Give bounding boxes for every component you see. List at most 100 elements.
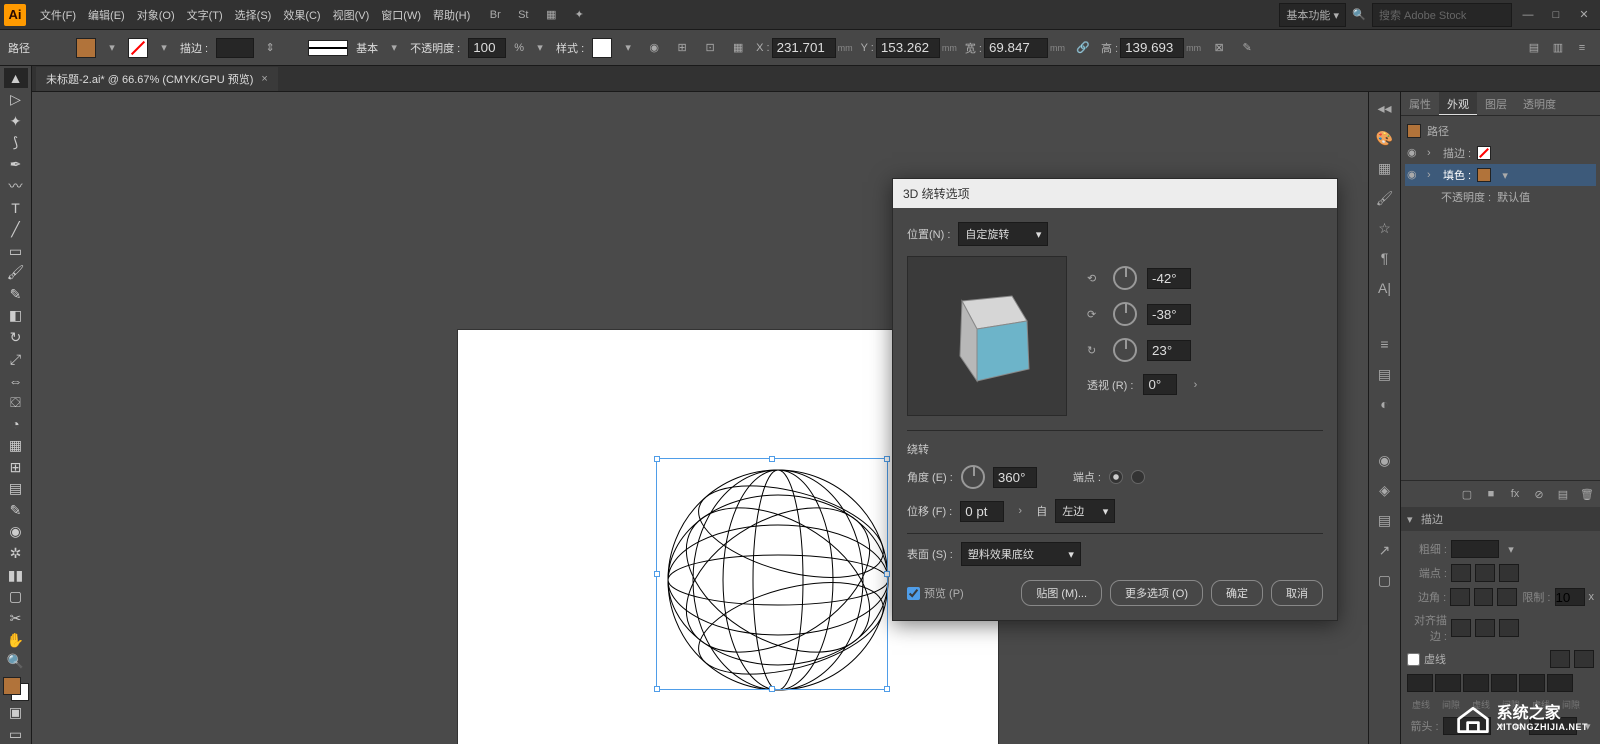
layers-panel-icon[interactable]: ▤: [1373, 508, 1397, 532]
screen-mode-icon[interactable]: ▭: [4, 724, 28, 744]
cap-butt-icon[interactable]: [1451, 564, 1471, 582]
color-swatches[interactable]: [3, 677, 29, 700]
link-wh-icon[interactable]: 🔗: [1073, 38, 1093, 58]
dock-collapse-icon[interactable]: ◂◂: [1373, 96, 1397, 120]
dash-align-1-icon[interactable]: [1550, 650, 1570, 668]
opacity-dropdown-icon[interactable]: ▾: [532, 40, 548, 56]
stroke-weight-stepper-icon[interactable]: ⇕: [262, 40, 278, 56]
y-input[interactable]: [876, 38, 940, 58]
color-mode-icon[interactable]: ▣: [4, 703, 28, 723]
align-inside-icon[interactable]: [1475, 619, 1495, 637]
style-swatch[interactable]: [592, 38, 612, 58]
type-tool[interactable]: T: [4, 198, 28, 218]
blend-tool[interactable]: ◉: [4, 522, 28, 542]
slice-tool[interactable]: ✂: [4, 609, 28, 629]
search-input[interactable]: 搜索 Adobe Stock: [1372, 3, 1512, 27]
menu-select[interactable]: 选择(S): [229, 7, 278, 23]
workspace-switcher[interactable]: 基本功能 ▾: [1279, 3, 1346, 27]
direct-selection-tool[interactable]: ▷: [4, 90, 28, 110]
shaper-tool[interactable]: ✎: [4, 284, 28, 304]
w-input[interactable]: [984, 38, 1048, 58]
tab-transparency[interactable]: 透明度: [1515, 92, 1564, 115]
brush-display[interactable]: [308, 40, 348, 56]
stock-icon[interactable]: St: [514, 6, 532, 24]
appearance-path-row[interactable]: 路径: [1405, 120, 1596, 142]
close-button[interactable]: ✕: [1572, 5, 1596, 25]
eyedropper-tool[interactable]: ✎: [4, 501, 28, 521]
dashed-checkbox[interactable]: [1407, 653, 1420, 666]
fill-swatch[interactable]: [76, 38, 96, 58]
graphic-styles-icon[interactable]: ◈: [1373, 478, 1397, 502]
search-icon[interactable]: 🔍: [1350, 6, 1368, 24]
menu-object[interactable]: 对象(O): [131, 7, 181, 23]
angle-input[interactable]: [993, 467, 1037, 488]
scale-tool[interactable]: ⤢: [4, 349, 28, 369]
dash-align-2-icon[interactable]: [1574, 650, 1594, 668]
pen-tool[interactable]: ✒: [4, 154, 28, 174]
visibility-icon[interactable]: ◉: [1407, 146, 1421, 160]
selection-tool[interactable]: ▲: [4, 68, 28, 88]
expand-icon[interactable]: ›: [1427, 147, 1437, 159]
lasso-tool[interactable]: ⟆: [4, 133, 28, 153]
document-tab[interactable]: 未标题-2.ai* @ 66.67% (CMYK/GPU 预览) ×: [36, 67, 278, 91]
delete-icon[interactable]: 🗑: [1578, 485, 1596, 503]
align-panel-icon[interactable]: A|: [1373, 276, 1397, 300]
eraser-tool[interactable]: ◧: [4, 306, 28, 326]
perspective-input[interactable]: [1143, 374, 1177, 395]
position-select[interactable]: 自定旋转▾: [958, 222, 1048, 246]
weight-dropdown-icon[interactable]: ▾: [1503, 541, 1519, 557]
visibility-icon[interactable]: ◉: [1407, 168, 1421, 182]
rotate-x-dial[interactable]: [1113, 266, 1137, 290]
limit-input[interactable]: [1555, 588, 1585, 606]
paintbrush-tool[interactable]: 🖌: [4, 263, 28, 283]
panel-menu-icon[interactable]: ≡: [1572, 38, 1592, 58]
collapse-icon[interactable]: ▾: [1407, 513, 1417, 526]
fill-dropdown-icon[interactable]: ▾: [104, 40, 120, 56]
preview-checkbox-input[interactable]: [907, 587, 920, 600]
recolor-icon[interactable]: ◉: [644, 38, 664, 58]
cap-on-radio[interactable]: [1109, 470, 1123, 484]
gpu-icon[interactable]: ✦: [570, 6, 588, 24]
add-fill-icon[interactable]: ■: [1482, 485, 1500, 503]
stroke-panel-icon[interactable]: ≡: [1373, 332, 1397, 356]
gradient-panel-icon[interactable]: ▤: [1373, 362, 1397, 386]
arrange-docs-icon[interactable]: ▦: [542, 6, 560, 24]
tab-layers[interactable]: 图层: [1477, 92, 1515, 115]
tab-properties[interactable]: 属性: [1401, 92, 1439, 115]
appearance-panel-icon[interactable]: ◉: [1373, 448, 1397, 472]
hand-tool[interactable]: ✋: [4, 630, 28, 650]
symbols-panel-icon[interactable]: ☆: [1373, 216, 1397, 240]
stroke-panel-header[interactable]: ▾ 描边: [1401, 507, 1600, 531]
more-options-button[interactable]: 更多选项 (O): [1110, 580, 1203, 606]
rotate-y-input[interactable]: [1147, 304, 1191, 325]
dash-2-input[interactable]: [1463, 674, 1489, 692]
map-art-button[interactable]: 贴图 (M)...: [1021, 580, 1102, 606]
menu-help[interactable]: 帮助(H): [427, 7, 476, 23]
tab-appearance[interactable]: 外观: [1439, 92, 1477, 115]
panel-toggle-1-icon[interactable]: ▤: [1524, 38, 1544, 58]
color-panel-icon[interactable]: 🎨: [1373, 126, 1397, 150]
zoom-tool[interactable]: 🔍: [4, 652, 28, 672]
column-graph-tool[interactable]: ▮▮: [4, 565, 28, 585]
menu-effect[interactable]: 效果(C): [277, 7, 326, 23]
align-outside-icon[interactable]: [1499, 619, 1519, 637]
angle-dial[interactable]: [961, 465, 985, 489]
brushes-panel-icon[interactable]: 🖌: [1373, 186, 1397, 210]
tab-close-icon[interactable]: ×: [261, 73, 267, 85]
fill-dropdown-icon[interactable]: ▾: [1497, 167, 1513, 183]
panel-toggle-2-icon[interactable]: ▥: [1548, 38, 1568, 58]
corner-round-icon[interactable]: [1474, 588, 1494, 606]
perspective-stepper-icon[interactable]: ›: [1187, 377, 1203, 393]
cancel-button[interactable]: 取消: [1271, 580, 1323, 606]
h-input[interactable]: [1120, 38, 1184, 58]
style-dropdown-icon[interactable]: ▾: [620, 40, 636, 56]
opacity-input[interactable]: [468, 38, 506, 58]
free-transform-tool[interactable]: ⛋: [4, 393, 28, 413]
align-center-icon[interactable]: [1451, 619, 1471, 637]
dash-3-input[interactable]: [1519, 674, 1545, 692]
asset-export-icon[interactable]: ↗: [1373, 538, 1397, 562]
curvature-tool[interactable]: 〰: [4, 176, 28, 196]
fill-swatch-icon[interactable]: [1477, 168, 1491, 182]
add-effect-icon[interactable]: fx: [1506, 485, 1524, 503]
artboard-tool[interactable]: ▢: [4, 587, 28, 607]
